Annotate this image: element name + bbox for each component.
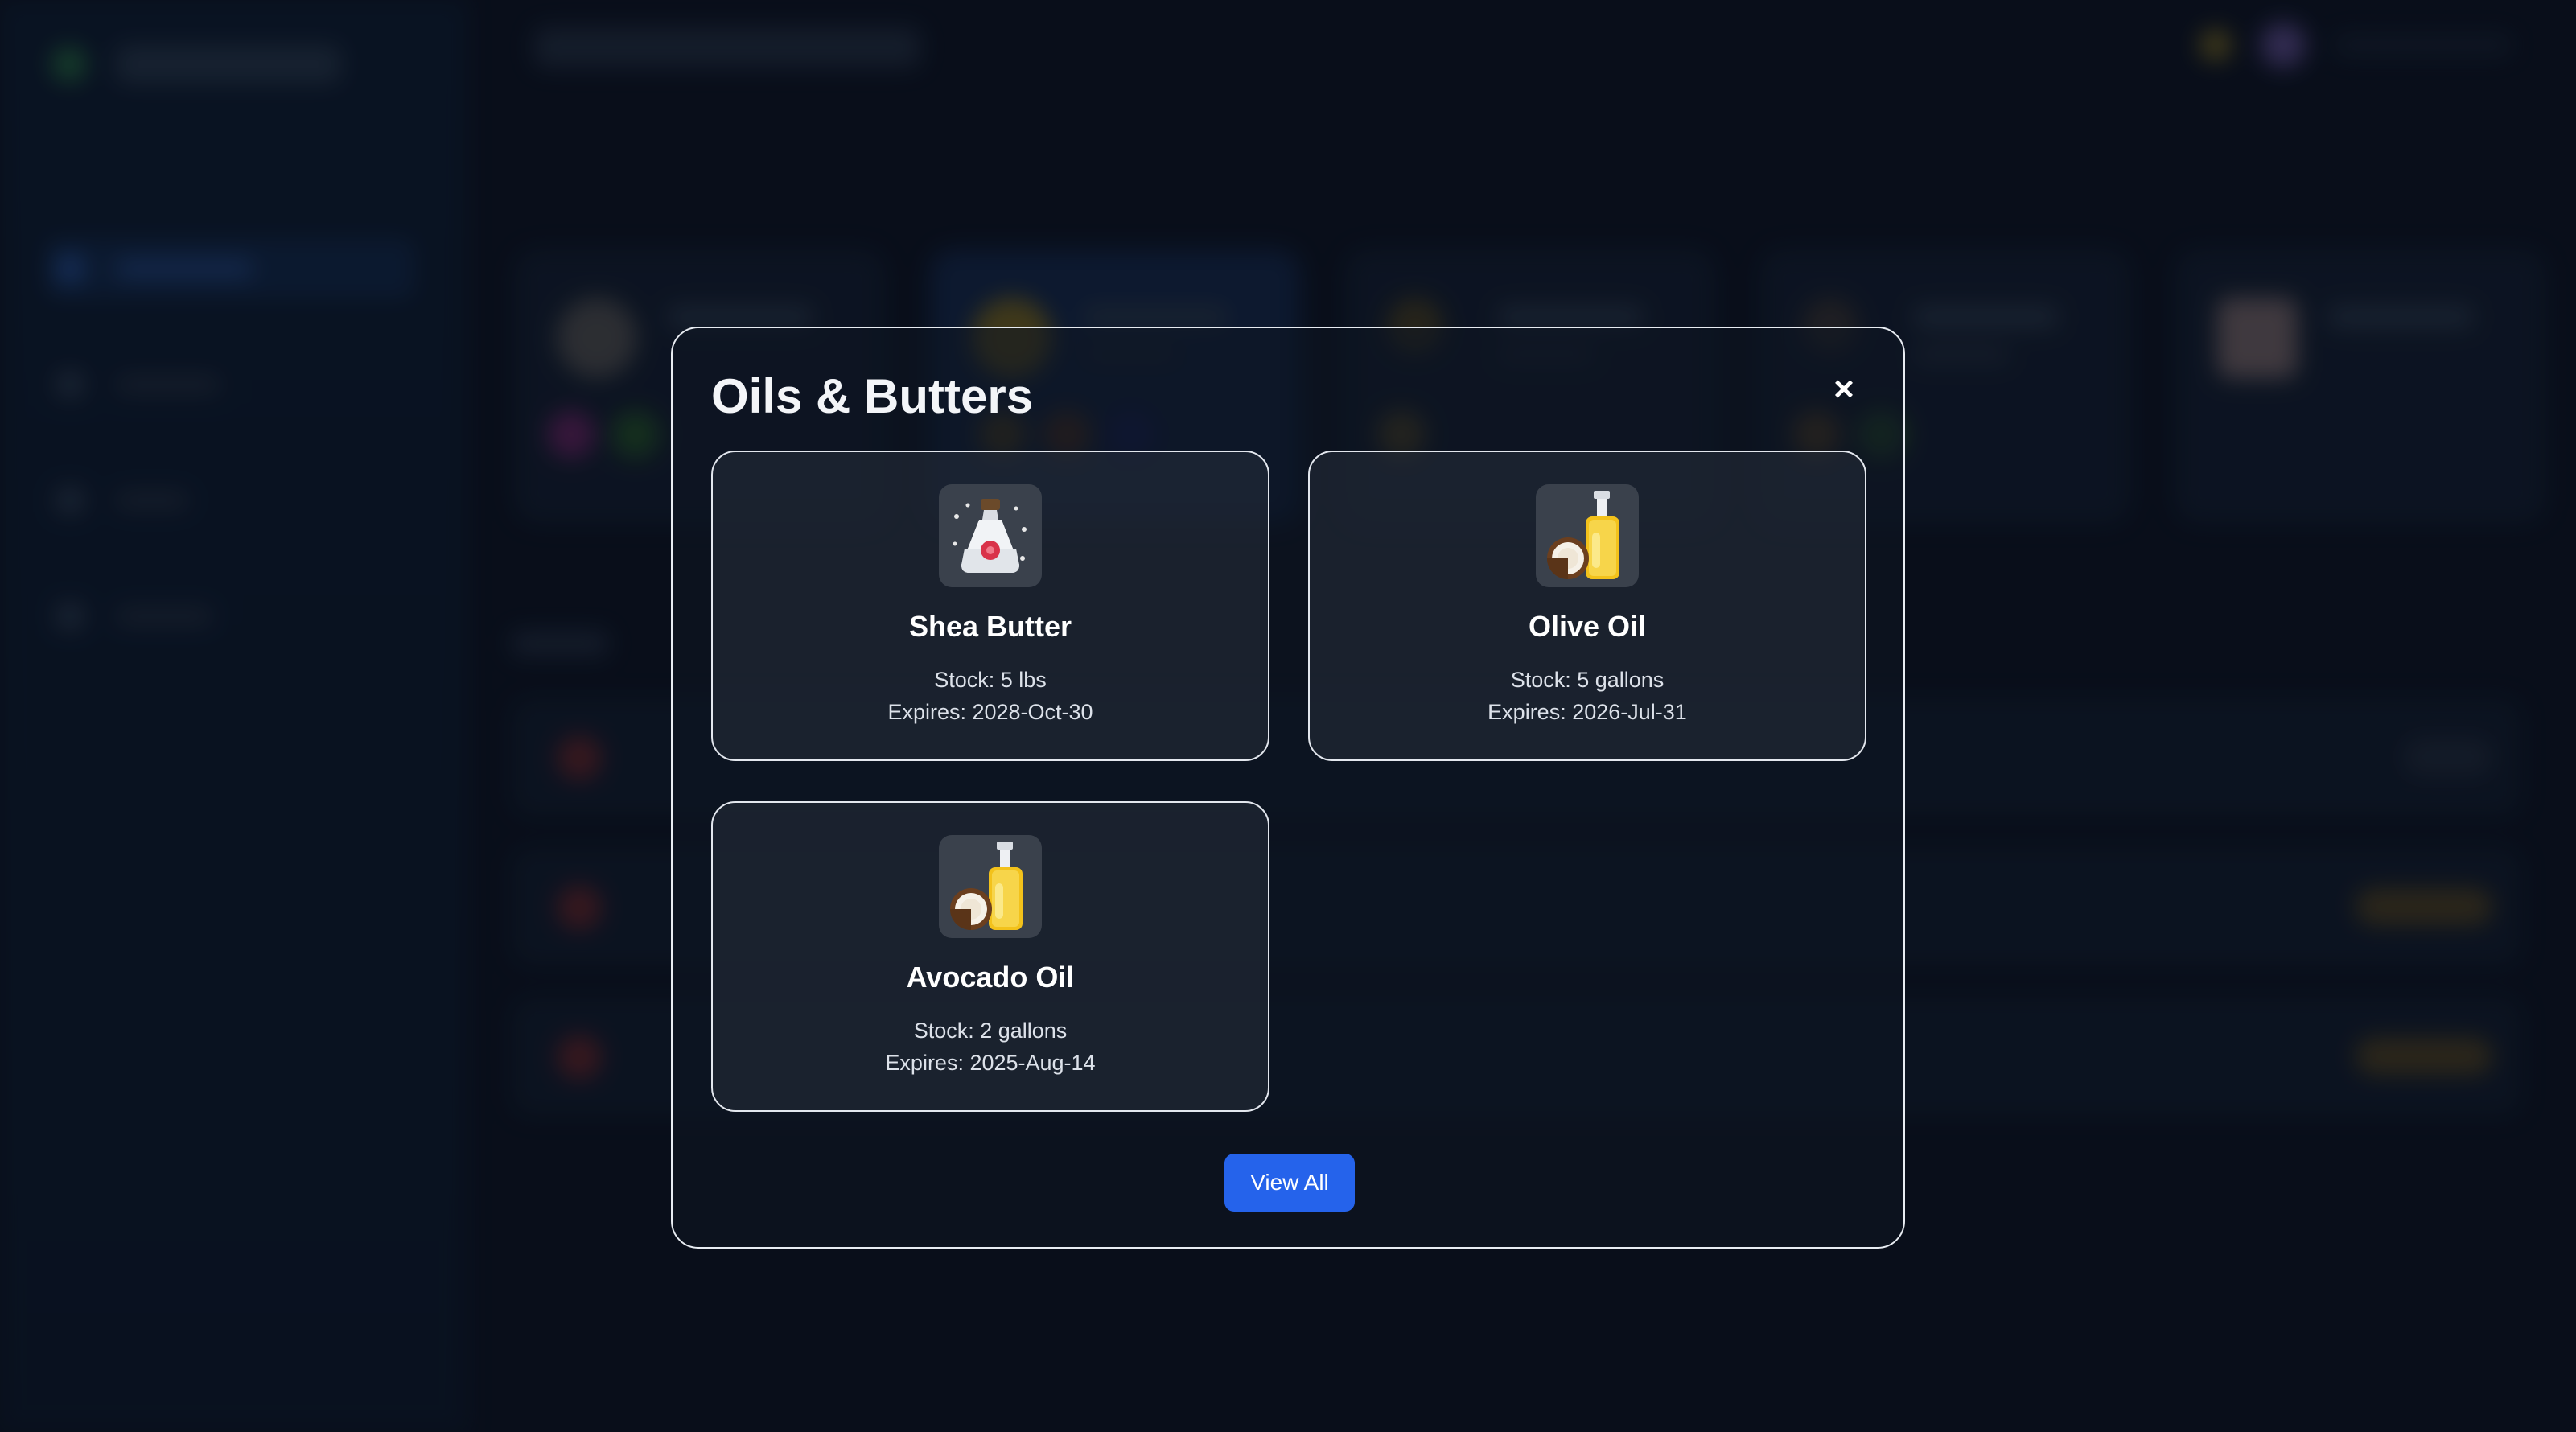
item-stock: Stock: 2 gallons	[913, 1018, 1068, 1043]
item-expires: Expires: 2025-Aug-14	[885, 1051, 1096, 1075]
item-name: Avocado Oil	[906, 961, 1075, 994]
app-screen: Oils & Butters × Shea Butter Stock: 5 lb…	[0, 0, 2576, 1432]
coconut-oil-bottle-icon	[939, 835, 1042, 938]
perfume-bottle-icon-graphic	[953, 499, 1027, 573]
item-stock: Stock: 5 lbs	[934, 668, 1047, 692]
item-card-avocado-oil[interactable]: Avocado Oil Stock: 2 gallons Expires: 20…	[711, 801, 1269, 1112]
coconut-oil-bottle-icon	[1536, 484, 1639, 587]
item-card-shea-butter[interactable]: Shea Butter Stock: 5 lbs Expires: 2028-O…	[711, 451, 1269, 761]
close-icon: ×	[1833, 369, 1854, 409]
perfume-bottle-icon	[939, 484, 1042, 587]
modal-title: Oils & Butters	[711, 369, 1034, 423]
coconut-oil-bottle-icon-graphic	[950, 842, 1023, 930]
item-expires: Expires: 2028-Oct-30	[887, 700, 1093, 724]
item-card-olive-oil[interactable]: Olive Oil Stock: 5 gallons Expires: 2026…	[1308, 451, 1866, 761]
item-expires: Expires: 2026-Jul-31	[1488, 700, 1687, 724]
close-button[interactable]: ×	[1825, 369, 1863, 409]
category-modal: Oils & Butters × Shea Butter Stock: 5 lb…	[671, 327, 1905, 1249]
item-name: Shea Butter	[908, 610, 1072, 643]
item-stock: Stock: 5 gallons	[1510, 668, 1665, 692]
coconut-oil-bottle-icon-graphic	[1547, 491, 1619, 579]
view-all-button[interactable]: View All	[1224, 1154, 1355, 1212]
item-name: Olive Oil	[1528, 610, 1647, 643]
